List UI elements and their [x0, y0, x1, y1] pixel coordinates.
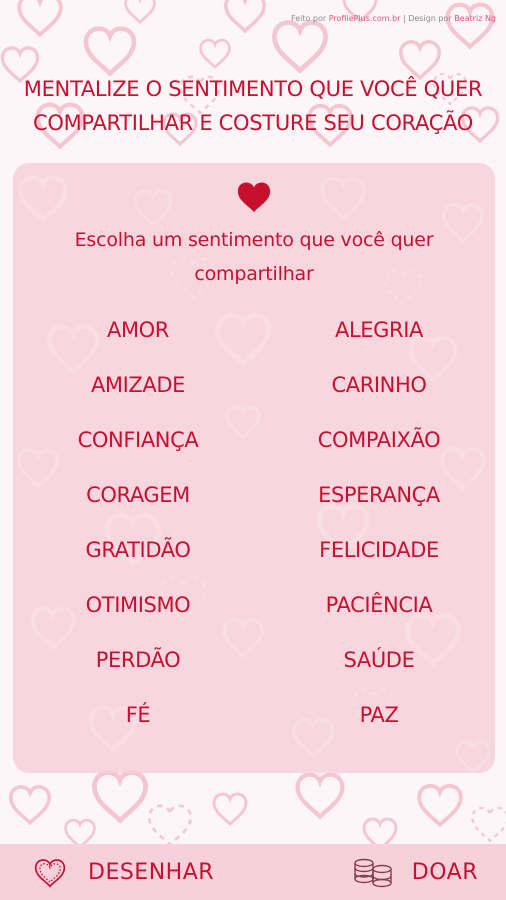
credit-line: Feito por ProfilePlus.com.br | Design po… [291, 14, 496, 23]
page-headline: MENTALIZE O SENTIMENTO QUE VOCÊ QUER COM… [0, 72, 506, 140]
feeling-option-saude[interactable]: SAÚDE [263, 638, 495, 693]
credit-design-prefix: Design por [408, 14, 452, 23]
feeling-option-perdao[interactable]: PERDÃO [13, 638, 263, 693]
feeling-options-grid: AMOR ALEGRIA AMIZADE CARINHO CONFIANÇA C… [13, 308, 495, 748]
prompt-line-1: Escolha um sentimento que você quer [74, 229, 434, 251]
feeling-option-otimismo[interactable]: OTIMISMO [13, 583, 263, 638]
credit-site-link[interactable]: ProfilePlus.com.br [329, 14, 401, 23]
headline-line-2: COMPARTILHAR E COSTURE SEU CORAÇÃO [33, 111, 473, 135]
prompt-line-2: compartilhar [194, 263, 314, 285]
feeling-option-coragem[interactable]: CORAGEM [13, 473, 263, 528]
feeling-selection-panel: Escolha um sentimento que você quer comp… [13, 163, 495, 773]
credit-designer-link[interactable]: Beatriz Ng [454, 14, 496, 23]
feeling-option-alegria[interactable]: ALEGRIA [263, 308, 495, 363]
feeling-option-carinho[interactable]: CARINHO [263, 363, 495, 418]
feeling-prompt: Escolha um sentimento que você quer comp… [13, 223, 495, 291]
draw-button-label: DESENHAR [88, 859, 215, 885]
heart-icon [237, 182, 271, 213]
feeling-option-esperanca[interactable]: ESPERANÇA [263, 473, 495, 528]
feeling-option-amor[interactable]: AMOR [13, 308, 263, 363]
stitched-heart-icon [34, 859, 66, 888]
credit-separator: | [403, 14, 406, 23]
feeling-option-gratidao[interactable]: GRATIDÃO [13, 528, 263, 583]
donate-button-label: DOAR [411, 859, 478, 885]
feeling-option-paciencia[interactable]: PACIÊNCIA [263, 583, 495, 638]
feeling-option-fe[interactable]: FÉ [13, 693, 263, 748]
headline-line-1: MENTALIZE O SENTIMENTO QUE VOCÊ QUER [23, 77, 483, 101]
bottom-action-bar: DESENHAR DOAR [0, 844, 506, 900]
feeling-option-amizade[interactable]: AMIZADE [13, 363, 263, 418]
draw-button[interactable]: DESENHAR [30, 844, 214, 900]
donate-button[interactable]: DOAR [352, 844, 478, 900]
feeling-option-confianca[interactable]: CONFIANÇA [13, 418, 263, 473]
credit-prefix: Feito por [291, 14, 327, 23]
feeling-option-compaixao[interactable]: COMPAIXÃO [263, 418, 495, 473]
feeling-option-paz[interactable]: PAZ [263, 693, 495, 748]
feeling-option-felicidade[interactable]: FELICIDADE [263, 528, 495, 583]
coins-icon [354, 858, 392, 888]
